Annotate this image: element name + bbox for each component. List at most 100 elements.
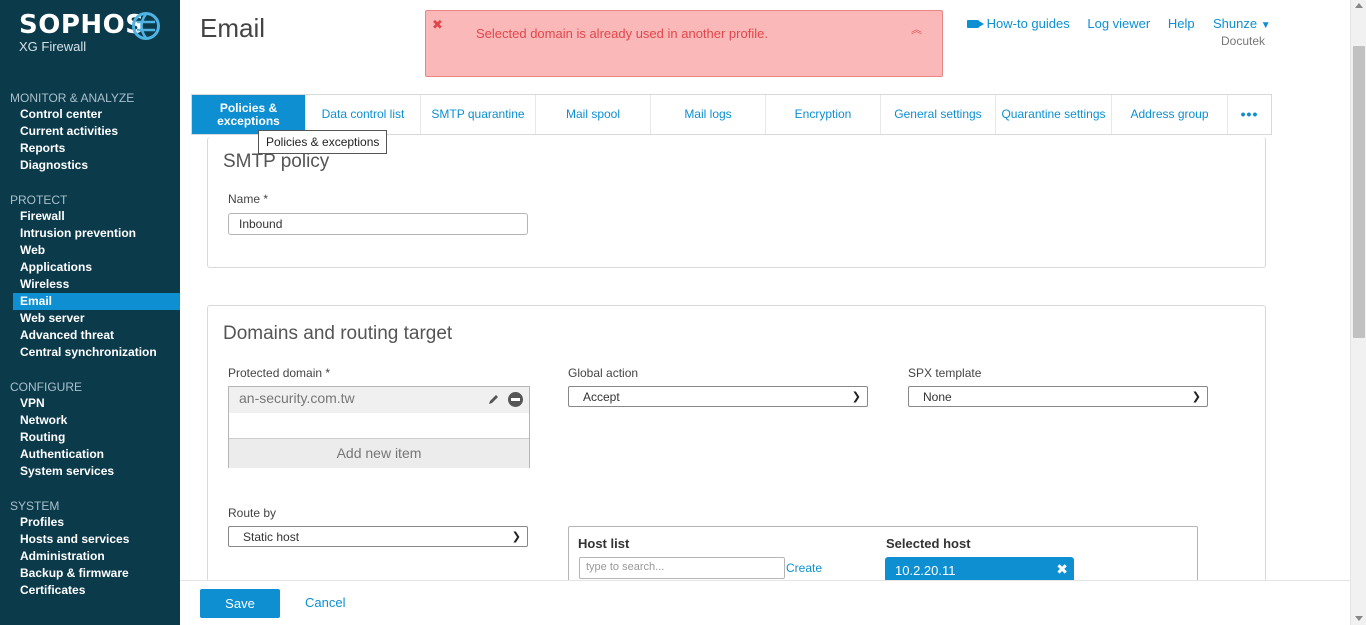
nav-heading: PROTECT: [10, 193, 68, 207]
help-link[interactable]: Help: [1168, 16, 1195, 31]
tab-address-group[interactable]: Address group: [1112, 95, 1228, 134]
nav-item-network[interactable]: Network: [0, 412, 180, 429]
nav-item-wireless[interactable]: Wireless: [0, 276, 180, 293]
nav-item-hosts-services[interactable]: Hosts and services: [0, 531, 180, 548]
tab-smtp-quarantine[interactable]: SMTP quarantine: [421, 95, 536, 134]
nav-item-diagnostics[interactable]: Diagnostics: [0, 157, 180, 174]
host-selector: Host list type to search... Create Selec…: [568, 526, 1198, 580]
panel-title: SMTP policy: [223, 151, 330, 172]
domain-value: an-security.com.tw: [239, 390, 355, 406]
nav-section-protect: PROTECT Firewall Intrusion prevention We…: [0, 192, 180, 361]
spx-template-label: SPX template: [908, 366, 982, 380]
product-name: XG Firewall: [19, 39, 87, 54]
tab-data-control-list[interactable]: Data control list: [306, 95, 421, 134]
tab-mail-spool[interactable]: Mail spool: [536, 95, 651, 134]
scroll-thumb[interactable]: [1353, 46, 1365, 338]
chevron-down-icon: ❯: [1191, 391, 1201, 403]
chevron-down-icon: ❯: [511, 531, 521, 543]
route-by-label: Route by: [228, 506, 277, 520]
nav-item-vpn[interactable]: VPN: [0, 395, 180, 412]
nav-heading: MONITOR & ANALYZE: [10, 91, 135, 105]
nav-item-administration[interactable]: Administration: [0, 548, 180, 565]
alert-message: Selected domain is already used in anoth…: [476, 26, 768, 41]
name-input[interactable]: Inbound: [228, 213, 528, 235]
nav-item-web-server[interactable]: Web server: [0, 310, 180, 327]
nav-item-authentication[interactable]: Authentication: [0, 446, 180, 463]
globe-icon: [132, 12, 160, 40]
nav-item-central-sync[interactable]: Central synchronization: [0, 344, 180, 361]
nav-item-certificates[interactable]: Certificates: [0, 582, 180, 599]
cancel-button[interactable]: Cancel: [305, 595, 345, 610]
more-tabs-button[interactable]: •••: [1228, 95, 1271, 134]
protected-domain-list: an-security.com.tw Add new item: [228, 386, 530, 468]
nav-item-applications[interactable]: Applications: [0, 259, 180, 276]
tooltip: Policies & exceptions: [258, 130, 388, 154]
protected-domain-label: Protected domain *: [228, 366, 331, 380]
scroll-down-icon[interactable]: [1355, 616, 1363, 621]
chevron-down-icon: ❯: [851, 391, 861, 403]
create-host-link[interactable]: Create: [786, 561, 822, 575]
sidebar: SOPHOS XG Firewall MONITOR & ANALYZE Con…: [0, 0, 180, 625]
nav-item-control-center[interactable]: Control center: [0, 106, 180, 123]
scroll-up-icon[interactable]: [1355, 3, 1363, 8]
remove-icon[interactable]: [508, 392, 523, 407]
howto-link[interactable]: How-to guides: [967, 16, 1070, 31]
add-new-item-button[interactable]: Add new item: [229, 438, 529, 468]
selected-host-chip: 10.2.20.11 ✖: [885, 557, 1074, 580]
nav-section-monitor: MONITOR & ANALYZE Control center Current…: [0, 90, 180, 174]
tab-encryption[interactable]: Encryption: [766, 95, 881, 134]
logviewer-link[interactable]: Log viewer: [1087, 16, 1150, 31]
user-menu[interactable]: Shunze ▼: [1213, 16, 1271, 31]
nav-item-system-services[interactable]: System services: [0, 463, 180, 480]
spx-template-select[interactable]: None ❯: [908, 386, 1208, 407]
list-item: an-security.com.tw: [229, 387, 529, 413]
remove-icon[interactable]: ✖: [1056, 561, 1068, 578]
save-button[interactable]: Save: [200, 589, 280, 618]
nav-heading: CONFIGURE: [10, 380, 82, 394]
nav-item-web[interactable]: Web: [0, 242, 180, 259]
select-value: None: [923, 390, 952, 404]
nav-heading: SYSTEM: [10, 499, 60, 513]
nav-item-intrusion-prevention[interactable]: Intrusion prevention: [0, 225, 180, 242]
tab-bar: Policies & exceptions Data control list …: [191, 94, 1272, 135]
nav-section-configure: CONFIGURE VPN Network Routing Authentica…: [0, 379, 180, 480]
nav-item-profiles[interactable]: Profiles: [0, 514, 180, 531]
nav-item-routing[interactable]: Routing: [0, 429, 180, 446]
footer-bar: Save Cancel: [180, 580, 1350, 625]
global-action-select[interactable]: Accept ❯: [568, 386, 868, 407]
nav-item-advanced-threat[interactable]: Advanced threat: [0, 327, 180, 344]
scrollbar[interactable]: [1350, 0, 1366, 625]
nav-item-email[interactable]: Email: [13, 293, 180, 310]
collapse-icon[interactable]: ︽: [911, 21, 922, 37]
nav-item-backup-firmware[interactable]: Backup & firmware: [0, 565, 180, 582]
tab-quarantine-settings[interactable]: Quarantine settings: [996, 95, 1112, 134]
nav-item-firewall[interactable]: Firewall: [0, 208, 180, 225]
panel-title: Domains and routing target: [223, 323, 453, 344]
error-alert: ✖ Selected domain is already used in ano…: [425, 10, 943, 77]
tab-policies-exceptions[interactable]: Policies & exceptions: [192, 95, 306, 134]
selected-host-value: 10.2.20.11: [895, 563, 956, 578]
host-list-label: Host list: [578, 536, 630, 551]
selected-host-label: Selected host: [886, 536, 971, 551]
name-label: Name *: [228, 192, 269, 206]
host-search-input[interactable]: type to search...: [579, 557, 785, 579]
nav-section-system: SYSTEM Profiles Hosts and services Admin…: [0, 498, 180, 599]
pencil-icon[interactable]: [488, 393, 500, 405]
nav-item-current-activities[interactable]: Current activities: [0, 123, 180, 140]
tab-general-settings[interactable]: General settings: [881, 95, 996, 134]
user-org: Docutek: [1221, 34, 1266, 48]
brand-name: SOPHOS: [19, 10, 145, 40]
caret-down-icon: ▼: [1260, 20, 1271, 31]
route-by-select[interactable]: Static host ❯: [228, 526, 528, 547]
sophos-logo[interactable]: SOPHOS XG Firewall: [19, 10, 160, 54]
main-content: Email ✖ Selected domain is already used …: [180, 0, 1350, 580]
user-name: Shunze: [1213, 16, 1258, 31]
domains-panel: Domains and routing target Protected dom…: [207, 305, 1266, 580]
nav-item-reports[interactable]: Reports: [0, 140, 180, 157]
close-icon[interactable]: ✖: [432, 17, 443, 33]
video-camera-icon: [967, 20, 984, 28]
page-title: Email: [200, 13, 266, 43]
tab-mail-logs[interactable]: Mail logs: [651, 95, 766, 134]
top-links: How-to guides Log viewer Help: [967, 16, 1209, 31]
smtp-policy-panel: SMTP policy Name * Inbound: [207, 137, 1266, 268]
